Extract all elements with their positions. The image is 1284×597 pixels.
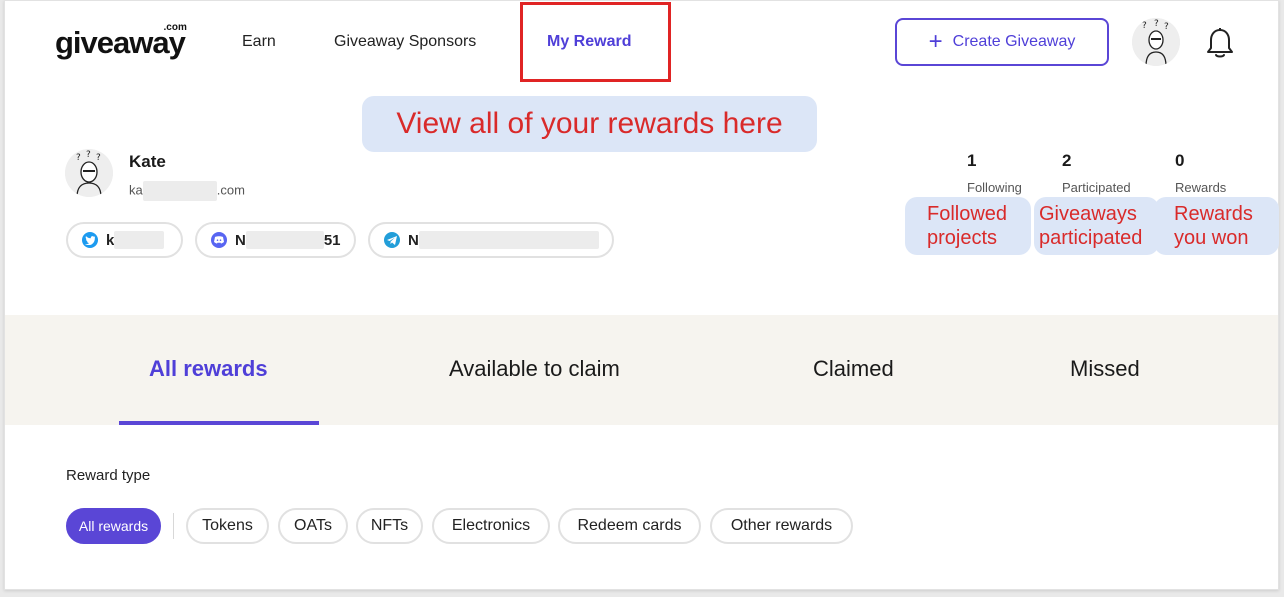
- reward-type-label: Reward type: [66, 467, 151, 484]
- rewards-annotation-callout: View all of your rewards here: [362, 96, 817, 152]
- filter-electronics[interactable]: Electronics: [432, 508, 550, 544]
- rewards-label: Rewards: [1175, 180, 1227, 195]
- svg-text:?: ?: [1164, 22, 1169, 32]
- twitter-handle-redaction: [114, 231, 165, 249]
- telegram-account-chip[interactable]: N: [368, 222, 614, 258]
- discord-account-chip[interactable]: N 51: [195, 222, 356, 258]
- filter-all-rewards[interactable]: All rewards: [66, 508, 161, 544]
- header-avatar[interactable]: ? ? ?: [1132, 18, 1180, 66]
- filter-redeem-cards[interactable]: Redeem cards: [558, 508, 701, 544]
- profile-avatar: ? ? ?: [65, 149, 113, 197]
- telegram-handle-redaction: [418, 231, 599, 249]
- giveaways-participated-line-1: Giveaways: [1039, 203, 1137, 225]
- twitter-handle-start: k: [106, 231, 115, 249]
- profile-email: ka .com: [129, 181, 245, 201]
- svg-text:?: ?: [1142, 21, 1147, 31]
- discord-handle-redaction: [245, 231, 324, 249]
- rewards-won-line-1: Rewards: [1174, 203, 1253, 225]
- svg-text:?: ?: [1154, 19, 1159, 29]
- email-start: ka: [129, 182, 143, 198]
- giveaways-participated-callout: Giveaways participated: [1034, 197, 1159, 255]
- giveaway-logo[interactable]: giveaway .com: [55, 22, 187, 61]
- nav-giveaway-sponsors[interactable]: Giveaway Sponsors: [334, 33, 476, 51]
- create-giveaway-button[interactable]: + Create Giveaway: [895, 18, 1109, 66]
- create-giveaway-label: Create Giveaway: [952, 33, 1076, 50]
- discord-icon: [211, 232, 227, 248]
- telegram-icon: [384, 232, 400, 248]
- filter-other-rewards[interactable]: Other rewards: [710, 508, 853, 544]
- followed-projects-line-1: Followed: [927, 203, 1008, 225]
- rewards-tabs: All rewards Available to claim Claimed M…: [5, 315, 1278, 425]
- followed-projects-line-2: projects: [927, 227, 998, 249]
- app-window: giveaway .com Earn Giveaway Sponsors My …: [4, 0, 1279, 590]
- filter-nfts[interactable]: NFTs: [356, 508, 423, 544]
- email-redaction: [142, 181, 217, 201]
- svg-text:?: ?: [96, 153, 101, 163]
- filter-divider: [173, 513, 174, 539]
- active-tab-underline: [119, 421, 319, 425]
- following-label: Following: [967, 180, 1022, 195]
- nav-earn[interactable]: Earn: [242, 33, 276, 51]
- twitter-account-chip[interactable]: k: [66, 222, 183, 258]
- rewards-won-callout: Rewards you won: [1154, 197, 1279, 255]
- avatar-face-icon: ? ? ?: [1132, 18, 1180, 66]
- filter-tokens[interactable]: Tokens: [186, 508, 269, 544]
- svg-text:?: ?: [86, 150, 91, 160]
- participated-count: 2: [1062, 151, 1072, 170]
- discord-handle-start: N: [235, 231, 246, 249]
- tab-available-to-claim[interactable]: Available to claim: [449, 356, 620, 382]
- followed-projects-callout: Followed projects: [905, 197, 1031, 255]
- twitter-icon: [82, 232, 98, 248]
- filter-oats[interactable]: OATs: [278, 508, 348, 544]
- participated-label: Participated: [1062, 180, 1131, 195]
- tab-all-rewards[interactable]: All rewards: [149, 356, 268, 382]
- telegram-handle-start: N: [408, 231, 419, 249]
- profile-name: Kate: [129, 152, 166, 171]
- email-end: .com: [216, 182, 245, 198]
- svg-text:?: ?: [76, 153, 81, 163]
- rewards-count: 0: [1175, 151, 1185, 170]
- tab-missed[interactable]: Missed: [1070, 356, 1140, 382]
- plus-icon: +: [928, 28, 943, 55]
- giveaways-participated-line-2: participated: [1039, 227, 1143, 249]
- profile-face-icon: ? ? ?: [65, 149, 113, 197]
- bell-icon[interactable]: [1205, 27, 1235, 59]
- rewards-won-line-2: you won: [1174, 227, 1249, 249]
- my-reward-highlight-box: [520, 2, 671, 82]
- discord-handle-end: 51: [323, 231, 341, 249]
- tab-claimed[interactable]: Claimed: [813, 356, 894, 382]
- following-count: 1: [967, 151, 977, 170]
